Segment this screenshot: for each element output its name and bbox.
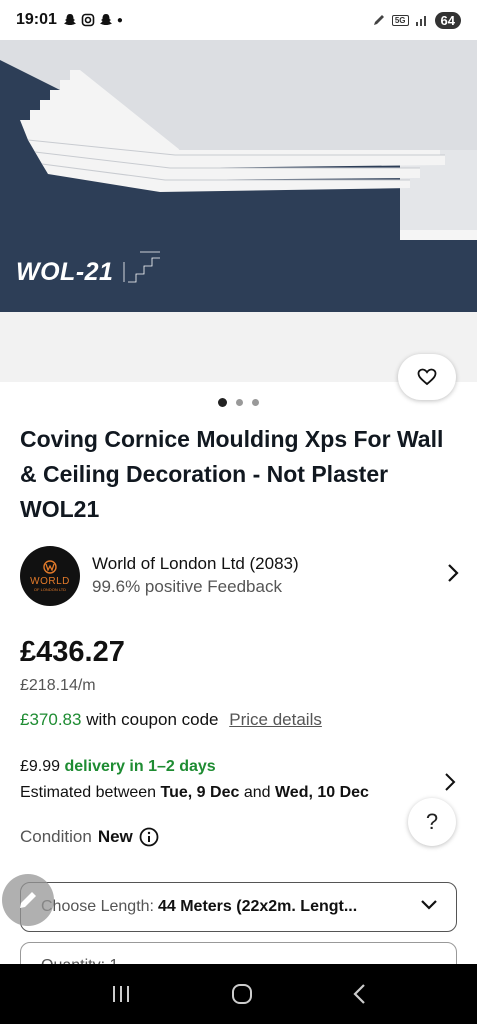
delivery-cost: £9.99	[20, 758, 61, 775]
condition-value: New	[97, 827, 133, 846]
system-navigation-bar	[0, 964, 477, 1024]
heart-icon	[417, 368, 437, 386]
delivery-estimate-prefix: Estimated between	[20, 784, 157, 801]
chevron-right-icon[interactable]	[444, 772, 456, 792]
pen-icon	[373, 15, 384, 25]
back-icon[interactable]	[352, 983, 368, 1005]
coupon-text: with coupon code	[86, 710, 219, 729]
length-select-value: 44 Meters (22x2m. Lengt...	[157, 898, 358, 915]
coupon-line: £370.83 with coupon code Price details	[20, 710, 322, 730]
length-select-label: Choose Length:	[41, 898, 154, 915]
snapchat-icon	[99, 14, 112, 25]
pencil-icon	[20, 892, 36, 908]
product-title: Coving Cornice Moulding Xps For Wall & C…	[20, 426, 444, 522]
seller-logo-subtext: OF LONDON LTD	[33, 587, 67, 592]
network-type: 5G	[391, 14, 409, 26]
product-code-label: WOL-21	[16, 258, 114, 286]
unit-price: £218.14/m	[20, 677, 96, 694]
delivery-section[interactable]: £9.99 delivery in 1–2 days Estimated bet…	[20, 756, 460, 808]
delivery-and: and	[243, 784, 271, 801]
image-carousel-indicator[interactable]	[0, 398, 477, 407]
seller-feedback: 99.6% positive Feedback	[92, 577, 282, 596]
battery-level: 64	[434, 11, 461, 29]
carousel-dot-active[interactable]	[218, 398, 227, 407]
delivery-date-to: Wed, 10 Dec	[274, 784, 369, 801]
length-select[interactable]: Choose Length: 44 Meters (22x2m. Lengt..…	[20, 882, 457, 932]
seller-row[interactable]: WORLD OF LONDON LTD World of London Ltd …	[20, 546, 460, 606]
instagram-icon	[81, 13, 95, 27]
seller-name: World of London Ltd (2083)	[92, 554, 299, 573]
chevron-down-icon	[421, 900, 437, 910]
condition-label: Condition	[20, 827, 92, 846]
price-details-link[interactable]: Price details	[229, 710, 322, 729]
more-notifications-icon: ●	[116, 14, 123, 26]
delivery-speed: delivery in 1–2 days	[64, 758, 216, 775]
delivery-estimate: Estimated between Tue, 9 Dec and Wed, 10…	[20, 778, 460, 808]
seller-logo: WORLD OF LONDON LTD	[20, 546, 80, 606]
price: £436.27	[20, 636, 125, 668]
seller-info: World of London Ltd (2083) 99.6% positiv…	[92, 553, 299, 599]
signal-icon	[415, 16, 426, 26]
carousel-dot[interactable]	[236, 399, 243, 406]
seller-emblem-icon	[43, 560, 57, 574]
delivery-summary: £9.99 delivery in 1–2 days	[20, 756, 460, 778]
delivery-date-from: Tue, 9 Dec	[160, 784, 240, 801]
seller-logo-text: WORLD	[30, 576, 70, 587]
edit-button[interactable]	[2, 874, 54, 926]
notification-icons: ●	[63, 13, 123, 27]
product-image[interactable]: WOL-21	[0, 40, 477, 312]
snapchat-icon	[63, 14, 76, 25]
info-icon[interactable]	[139, 827, 159, 847]
system-status: 5G 64	[372, 11, 461, 29]
carousel-dot[interactable]	[252, 399, 259, 406]
recent-apps-icon[interactable]	[110, 984, 132, 1004]
coupon-price: £370.83	[20, 710, 82, 729]
home-icon[interactable]	[231, 983, 253, 1005]
chevron-right-icon[interactable]	[446, 562, 460, 584]
condition-row[interactable]: Condition New	[20, 827, 159, 847]
help-button[interactable]: ?	[408, 798, 456, 846]
status-bar: 19:01 ● 5G 64	[0, 0, 477, 40]
add-to-watchlist-button[interactable]	[398, 354, 456, 400]
status-time: 19:01	[16, 11, 57, 28]
